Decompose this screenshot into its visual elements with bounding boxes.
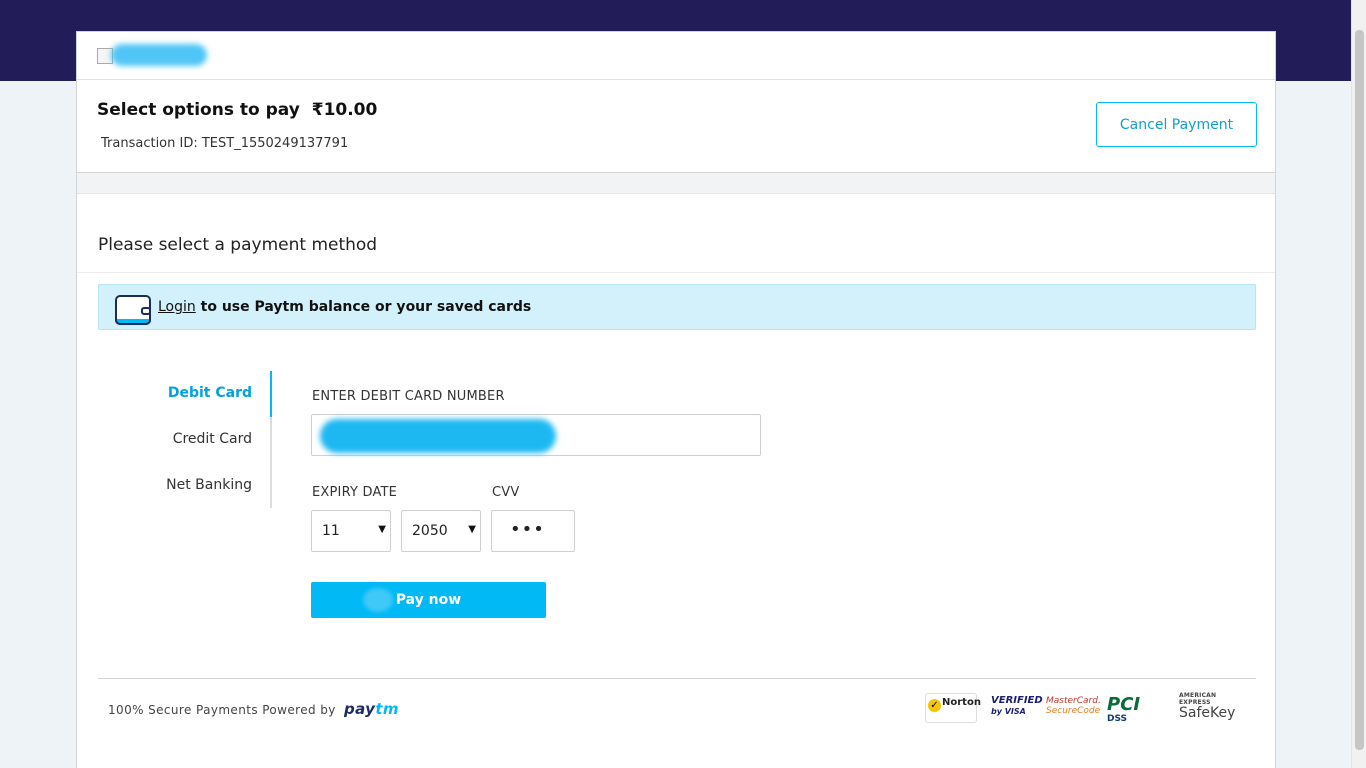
pay-now-button[interactable]: Pay now [311,582,546,618]
security-badges: ✓ Norton VERIFIED by VISA MasterCard. Secur… [925,692,1245,724]
payment-card: Select options to pay ₹10.00 Transaction… [76,31,1276,768]
cancel-payment-button[interactable]: Cancel Payment [1096,102,1257,147]
tab-credit-card[interactable]: Credit Card [173,431,252,447]
pay-now-label: Pay now [395,592,462,608]
pci-dss-badge: PCI DSS [1107,694,1141,724]
login-banner-message: to use Paytm balance or your saved cards [195,299,532,315]
rupee-icon: ₹ [311,100,324,120]
divider [77,272,1275,273]
tab-net-banking[interactable]: Net Banking [166,477,252,493]
secure-text: 100% Secure Payments Powered by [108,703,336,717]
dropdown-arrow-icon: ▼ [468,524,476,535]
expiry-month-select[interactable]: 11 ▼ [311,510,391,552]
norton-secured-badge: ✓ Norton [925,693,981,723]
amex-safekey-badge: AMERICAN EXPRESS SafeKey [1179,692,1236,722]
section-title: Please select a payment method [98,235,378,255]
cvv-masked-value: ••• [510,519,545,540]
card-number-redacted [320,419,556,453]
expiry-month-value: 11 [322,523,340,539]
expiry-year-value: 2050 [412,523,448,539]
scrollbar-thumb[interactable] [1355,30,1364,750]
page-scrollbar[interactable] [1351,0,1366,768]
expiry-year-select[interactable]: 2050 ▼ [401,510,481,552]
card-number-label: ENTER DEBIT CARD NUMBER [312,389,505,404]
cvv-input[interactable]: ••• [491,510,575,552]
secure-payments-text: 100% Secure Payments Powered by paytm [108,700,399,718]
login-link[interactable]: Login [158,299,196,315]
merchant-logo-row [77,32,1275,80]
footer-divider [98,678,1256,679]
paytm-logo: paytm [343,700,399,718]
payment-amount: ₹10.00 [312,100,378,120]
active-tab-indicator [270,371,272,417]
tab-debit-card[interactable]: Debit Card [168,385,252,401]
dropdown-arrow-icon: ▼ [378,524,386,535]
expiry-date-label: EXPIRY DATE [312,485,398,500]
verified-by-visa-badge: VERIFIED by VISA [991,695,1043,716]
amount-value: 10.00 [323,100,378,120]
login-banner: Login to use Paytm balance or your saved… [98,284,1256,330]
cvv-label: CVV [492,485,520,500]
wallet-icon [115,295,151,325]
section-separator [77,173,1275,194]
payment-method-tabs: Debit Card Credit Card Net Banking [77,371,272,508]
page-title: Select options to pay ₹10.00 [97,100,377,120]
login-banner-text: Login to use Paytm balance or your saved… [158,299,531,315]
mastercard-securecode-badge: MasterCard. SecureCode [1046,696,1101,716]
page-title-text: Select options to pay [97,100,300,120]
payment-header: Select options to pay ₹10.00 Transaction… [77,80,1275,173]
transaction-id: Transaction ID: TEST_1550249137791 [101,136,349,151]
merchant-logo-redacted [111,44,207,66]
card-number-input[interactable] [311,414,761,456]
